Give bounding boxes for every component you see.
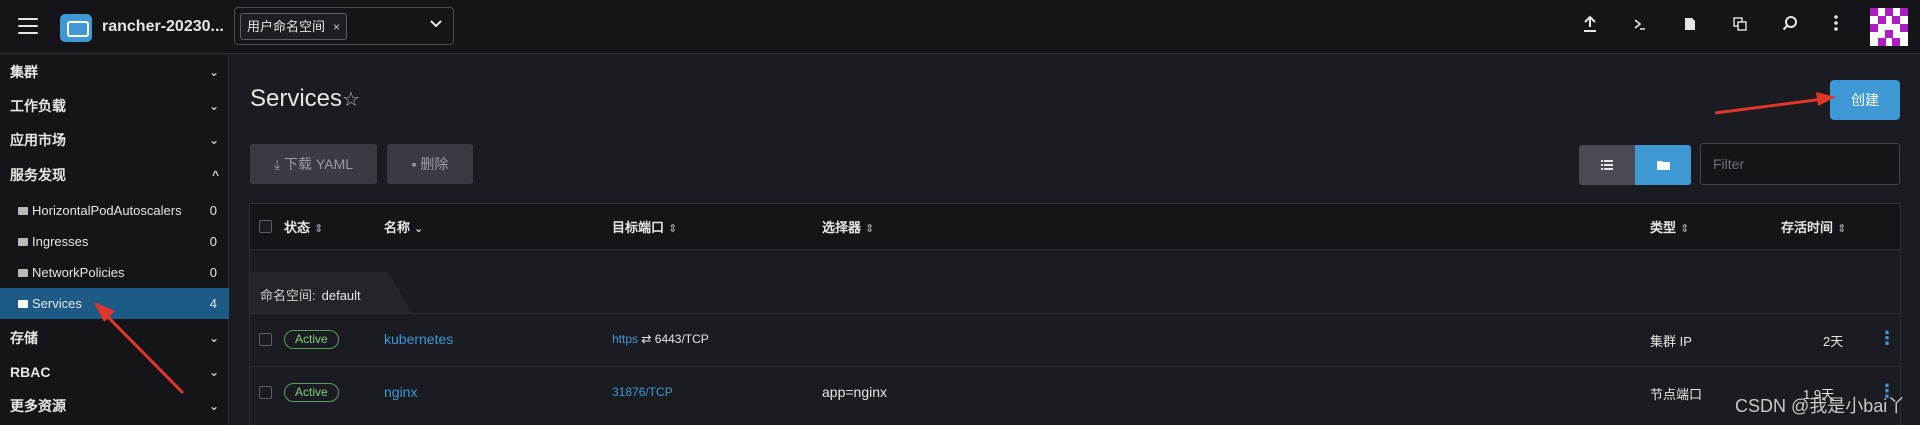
watermark: CSDN @我是小bai丫: [1735, 396, 1906, 416]
annotation-arrows: [94, 92, 1836, 395]
